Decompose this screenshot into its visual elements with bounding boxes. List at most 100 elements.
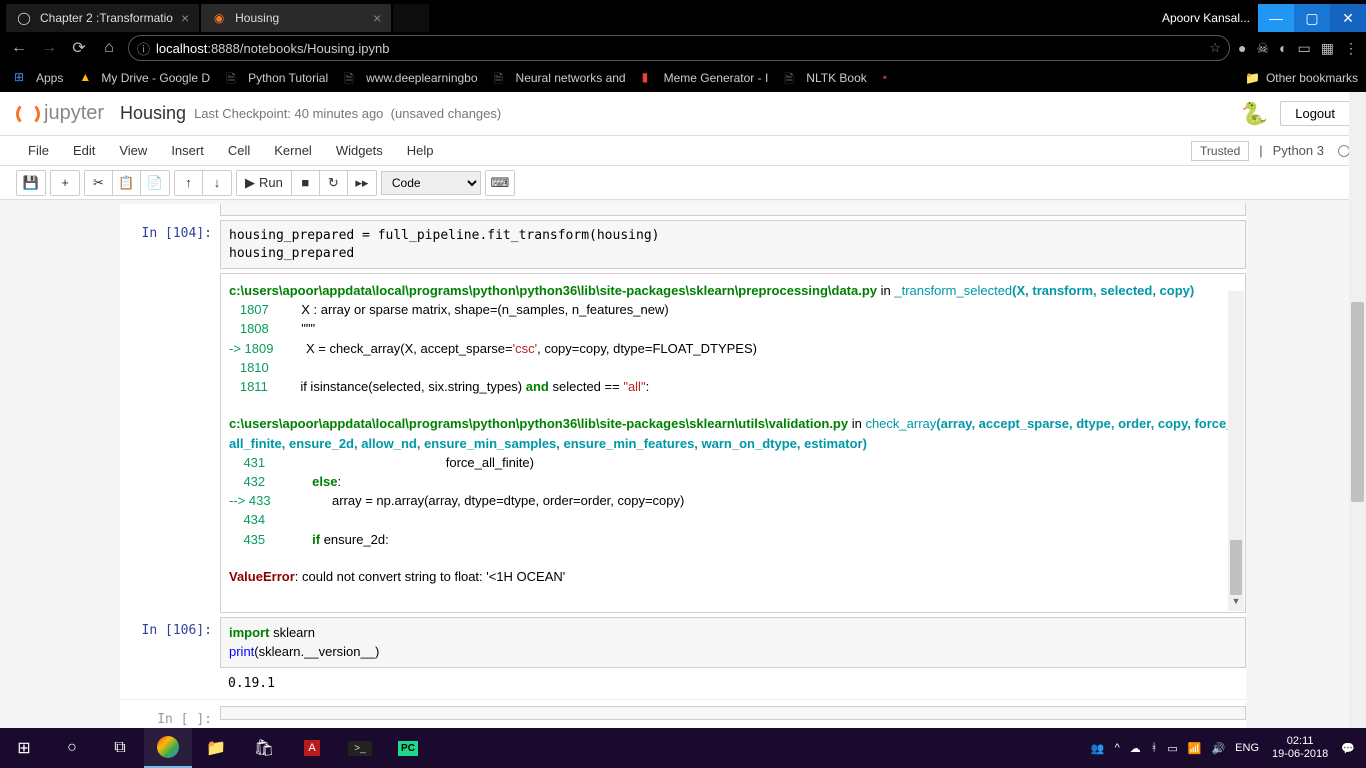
notebook-title[interactable]: Housing [120,103,186,124]
volume-icon[interactable]: 🔊 [1206,742,1230,755]
notebook-cells[interactable]: In [104]: housing_prepared = full_pipeli… [0,200,1366,728]
other-bookmarks[interactable]: Other bookmarks [1266,71,1358,85]
ext-icon[interactable]: ◐ [1279,40,1287,56]
explorer-app[interactable]: 📁 [192,728,240,768]
menu-view[interactable]: View [107,139,159,162]
bookmark-item[interactable]: ▪ [877,68,905,88]
start-button[interactable]: ⊞ [0,728,48,768]
browser-tab-1[interactable]: ◯ Chapter 2 :Transformatio × [6,4,199,32]
onedrive-icon[interactable]: ☁ [1125,742,1146,755]
address-bar[interactable]: ⓘ localhost:8888/notebooks/Housing.ipynb… [128,35,1230,61]
output-scrollbar[interactable]: ▲ ▼ [1228,275,1244,611]
bookmark-item[interactable]: ▮Meme Generator - I [636,68,775,88]
meme-icon: ▮ [642,70,658,86]
battery-icon[interactable]: ▭ [1162,742,1182,755]
jupyter-logo[interactable]: jupyter [16,102,104,126]
cut-button[interactable]: ✂ [85,171,113,195]
browser-tab-2[interactable]: ◉ Housing × [201,4,391,32]
menu-help[interactable]: Help [395,139,446,162]
acrobat-app[interactable]: A [288,728,336,768]
menu-widgets[interactable]: Widgets [324,139,395,162]
apps-button[interactable]: ⊞Apps [8,68,69,88]
copy-button[interactable]: 📋 [113,171,141,195]
url-path: /notebooks/Housing.ipynb [240,41,390,56]
window-close-button[interactable]: ✕ [1330,4,1366,32]
ext-icon[interactable]: ● [1238,40,1246,56]
bookmark-item[interactable]: 🗎NLTK Book [778,68,872,88]
move-up-button[interactable]: ↑ [175,171,203,195]
clock[interactable]: 02:11 19-06-2018 [1264,735,1336,761]
cell-type-select[interactable]: Code [381,171,481,195]
tray-chevron-icon[interactable]: ^ [1110,742,1125,754]
notebook-header: jupyter Housing Last Checkpoint: 40 minu… [0,92,1366,136]
page-icon: 🗎 [226,70,242,86]
python-logo-icon: 🐍 [1241,101,1268,127]
trusted-indicator[interactable]: Trusted [1191,141,1249,161]
pycharm-app[interactable]: PC [384,728,432,768]
terminal-app[interactable]: >_ [336,728,384,768]
run-button[interactable]: ▶ Run [237,171,292,195]
store-app[interactable]: 🛍 [240,728,288,768]
bookmark-item[interactable]: 🗎www.deeplearningbo [338,68,483,88]
move-down-button[interactable]: ↓ [203,171,231,195]
restart-run-button[interactable]: ▸▸ [348,171,376,195]
ext-icon[interactable]: ▭ [1298,40,1311,57]
chrome-menu-icon[interactable]: ⋮ [1344,40,1358,57]
close-icon[interactable]: × [373,10,381,26]
menu-kernel[interactable]: Kernel [262,139,324,162]
add-cell-button[interactable]: + [51,171,79,195]
jupyter-notebook: jupyter Housing Last Checkpoint: 40 minu… [0,92,1366,728]
home-icon[interactable]: ⌂ [98,39,120,57]
code-input[interactable] [220,706,1246,720]
scroll-thumb[interactable] [1351,302,1364,502]
code-cell-104[interactable]: In [104]: housing_prepared = full_pipeli… [120,220,1246,269]
new-tab-phantom[interactable] [393,4,429,32]
tab-title: Housing [235,11,279,25]
output-cell-106: 0.19.1 [120,672,1246,695]
wifi-icon[interactable]: 📶 [1183,742,1207,755]
menu-edit[interactable]: Edit [61,139,107,162]
task-view-button[interactable]: ⧉ [96,728,144,768]
chrome-profile[interactable]: Apoorv Kansal... [1154,7,1258,29]
stdout-output: 0.19.1 [220,672,1246,695]
forward-icon[interactable]: → [38,39,60,57]
back-icon[interactable]: ← [8,39,30,57]
paste-button[interactable]: 📄 [141,171,169,195]
bluetooth-icon[interactable]: ᚼ [1146,742,1163,754]
traceback-output[interactable]: c:\users\apoor\appdata\local\programs\py… [220,273,1246,613]
language-indicator[interactable]: ENG [1230,742,1264,754]
chrome-app[interactable] [144,728,192,768]
save-button[interactable]: 💾 [17,171,45,195]
people-icon[interactable]: 👥 [1086,742,1110,755]
menu-cell[interactable]: Cell [216,139,262,162]
restart-button[interactable]: ↻ [320,171,348,195]
star-icon[interactable]: ☆ [1209,40,1221,56]
ext-icon[interactable]: ☠ [1257,40,1270,57]
bookmark-item[interactable]: 🗎Neural networks and [488,68,632,88]
info-icon[interactable]: ⓘ [137,39,150,58]
page-icon: 🗎 [494,70,510,86]
bookmark-item[interactable]: ▲My Drive - Google D [73,68,216,88]
code-fragment [220,204,1246,216]
ext-icon[interactable]: ▦ [1321,40,1334,57]
command-palette-button[interactable]: ⌨ [486,171,514,195]
cortana-button[interactable]: ○ [48,728,96,768]
reload-icon[interactable]: ⟳ [68,38,90,58]
bookmark-item[interactable]: 🗎Python Tutorial [220,68,334,88]
notifications-icon[interactable]: 💬 [1336,742,1360,755]
menu-insert[interactable]: Insert [159,139,216,162]
page-scrollbar[interactable] [1349,92,1366,728]
close-icon[interactable]: × [181,10,189,26]
scroll-thumb[interactable] [1230,540,1242,595]
chrome-browser-frame: ◯ Chapter 2 :Transformatio × ◉ Housing ×… [0,0,1366,92]
scroll-down-icon[interactable]: ▼ [1228,595,1244,611]
menu-file[interactable]: File [16,139,61,162]
logout-button[interactable]: Logout [1280,101,1350,126]
code-input[interactable]: import sklearn print(sklearn.__version__… [220,617,1246,668]
code-cell-empty[interactable]: In [ ]: [120,699,1246,728]
code-input[interactable]: housing_prepared = full_pipeline.fit_tra… [220,220,1246,269]
window-minimize-button[interactable]: — [1258,4,1294,32]
code-cell-106[interactable]: In [106]: import sklearn print(sklearn._… [120,617,1246,668]
window-maximize-button[interactable]: ▢ [1294,4,1330,32]
interrupt-button[interactable]: ■ [292,171,320,195]
